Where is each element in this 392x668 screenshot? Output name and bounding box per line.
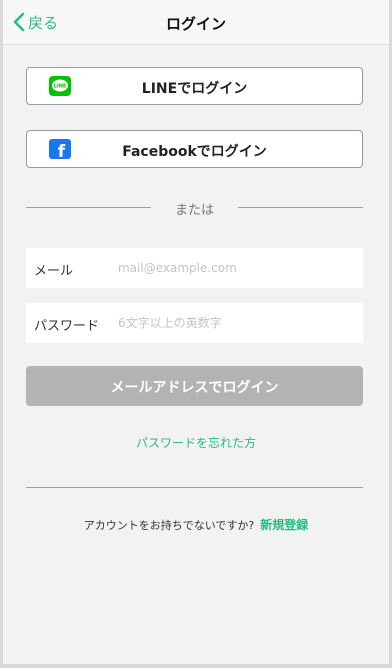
email-field: メール: [26, 248, 363, 288]
signup-link[interactable]: 新規登録: [260, 518, 308, 532]
signup-prompt: アカウントをお持ちでないですか?: [83, 519, 255, 532]
password-input[interactable]: [118, 311, 353, 335]
login-screen: 戻る ログイン LINE LINEでログイン f Facebookでログイン ま…: [3, 0, 389, 664]
password-field: パスワード: [26, 303, 363, 343]
forgot-password-link[interactable]: パスワードを忘れた方: [3, 434, 389, 451]
divider-line-right: [238, 207, 363, 208]
page-title: ログイン: [165, 15, 226, 33]
or-text: または: [174, 203, 214, 218]
mail-login-button[interactable]: メールアドレスでログイン: [26, 366, 363, 406]
separator-line: [26, 487, 363, 488]
facebook-login-label: Facebookでログイン: [122, 144, 267, 160]
email-label: メール: [34, 264, 74, 279]
line-login-button[interactable]: LINE LINEでログイン: [26, 67, 363, 105]
or-divider: または: [26, 197, 363, 218]
signup-row: アカウントをお持ちでないですか? 新規登録: [3, 516, 389, 533]
nav-bar: 戻る ログイン: [3, 0, 389, 45]
mail-login-label: メールアドレスでログイン: [110, 380, 279, 396]
line-login-label: LINEでログイン: [141, 81, 248, 97]
facebook-login-button[interactable]: f Facebookでログイン: [26, 130, 363, 168]
password-label: パスワード: [34, 319, 100, 334]
email-input[interactable]: [118, 256, 353, 280]
device-frame: 戻る ログイン LINE LINEでログイン f Facebookでログイン ま…: [0, 0, 392, 668]
